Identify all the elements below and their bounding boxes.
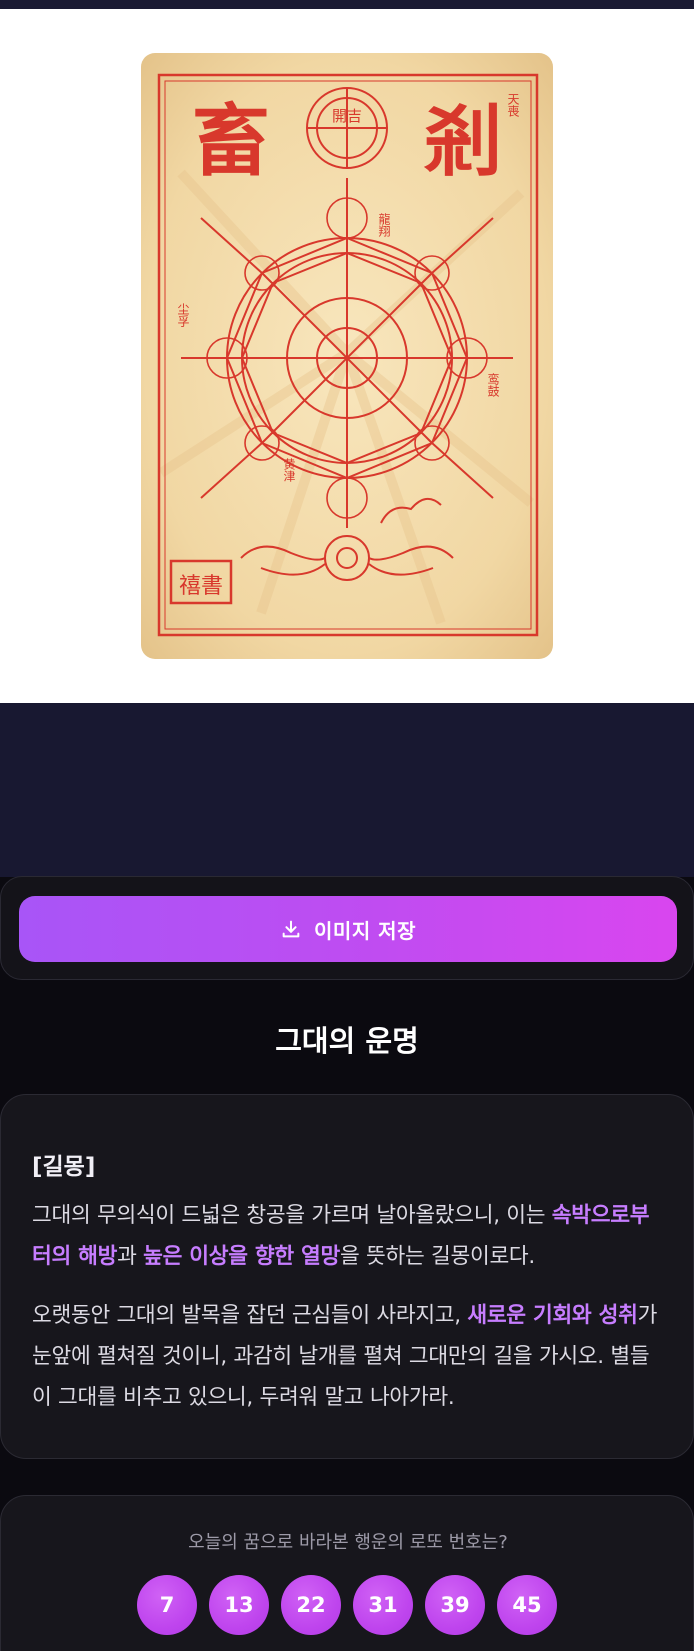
dark-spacer-band [0,703,694,877]
save-panel: 이미지 저장 [0,876,694,980]
lotto-question: 오늘의 꿈으로 바라본 행운의 로또 번호는? [188,1532,508,1553]
dream-p1-highlight-2: 높은 이상을 향한 열망 [143,1244,341,1269]
upper-mid-text: 龍翔 [377,212,391,238]
seal-text: 禧書 [179,574,223,599]
top-circle-text: 開吉 [332,107,362,125]
lotto-ball: 22 [281,1575,341,1635]
lotto-ball: 39 [425,1575,485,1635]
save-image-button[interactable]: 이미지 저장 [19,896,677,962]
dream-p1-text-2: 과 [117,1244,144,1269]
dream-paragraph-1: 그대의 무의식이 드넓은 창공을 가르며 날아올랐으니, 이는 속박으로부터의 … [32,1195,663,1277]
download-icon [282,920,300,938]
save-image-label: 이미지 저장 [314,918,416,943]
dream-p1-text-1: 그대의 무의식이 드넓은 창공을 가르며 날아올랐으니, 이는 [32,1203,552,1228]
lotto-ball: 7 [137,1575,197,1635]
dream-interpretation-card: [길몽] 그대의 무의식이 드넓은 창공을 가르며 날아올랐으니, 이는 속박으… [0,1094,694,1459]
lotto-ball: 45 [497,1575,557,1635]
dream-p2-highlight-1: 새로운 기회와 성취 [467,1303,638,1328]
lotto-ball: 13 [209,1575,269,1635]
lower-mid-text: 黄津 [282,458,296,482]
right-character: 剎 [423,96,502,187]
destiny-title: 그대의 운명 [275,1024,419,1058]
top-right-text: 天喪 [506,93,520,117]
dream-type-tag: [길몽] [32,1154,96,1180]
talisman-image: 畜 剎 天喪 開吉 龍翔 尘孚 鸾鼓 黄津 禧書 [141,53,553,659]
dream-p2-text-1: 오랫동안 그대의 발목을 잡던 근심들이 사라지고, [32,1303,468,1328]
left-mid-text: 尘孚 [176,303,190,327]
dream-paragraph-2: 오랫동안 그대의 발목을 잡던 근심들이 사라지고, 새로운 기회와 성취가 눈… [32,1295,663,1418]
lotto-numbers: 7 13 22 31 39 45 [137,1575,557,1635]
top-strip [0,0,694,9]
dream-p1-text-3: 을 뜻하는 길몽이로다. [340,1244,535,1269]
lotto-ball: 31 [353,1575,413,1635]
left-character: 畜 [192,96,270,187]
lotto-card: 오늘의 꿈으로 바라본 행운의 로또 번호는? 7 13 22 31 39 45 [0,1495,694,1651]
right-mid-text: 鸾鼓 [486,372,500,398]
talisman-image-area: 畜 剎 天喪 開吉 龍翔 尘孚 鸾鼓 黄津 禧書 [0,9,694,703]
